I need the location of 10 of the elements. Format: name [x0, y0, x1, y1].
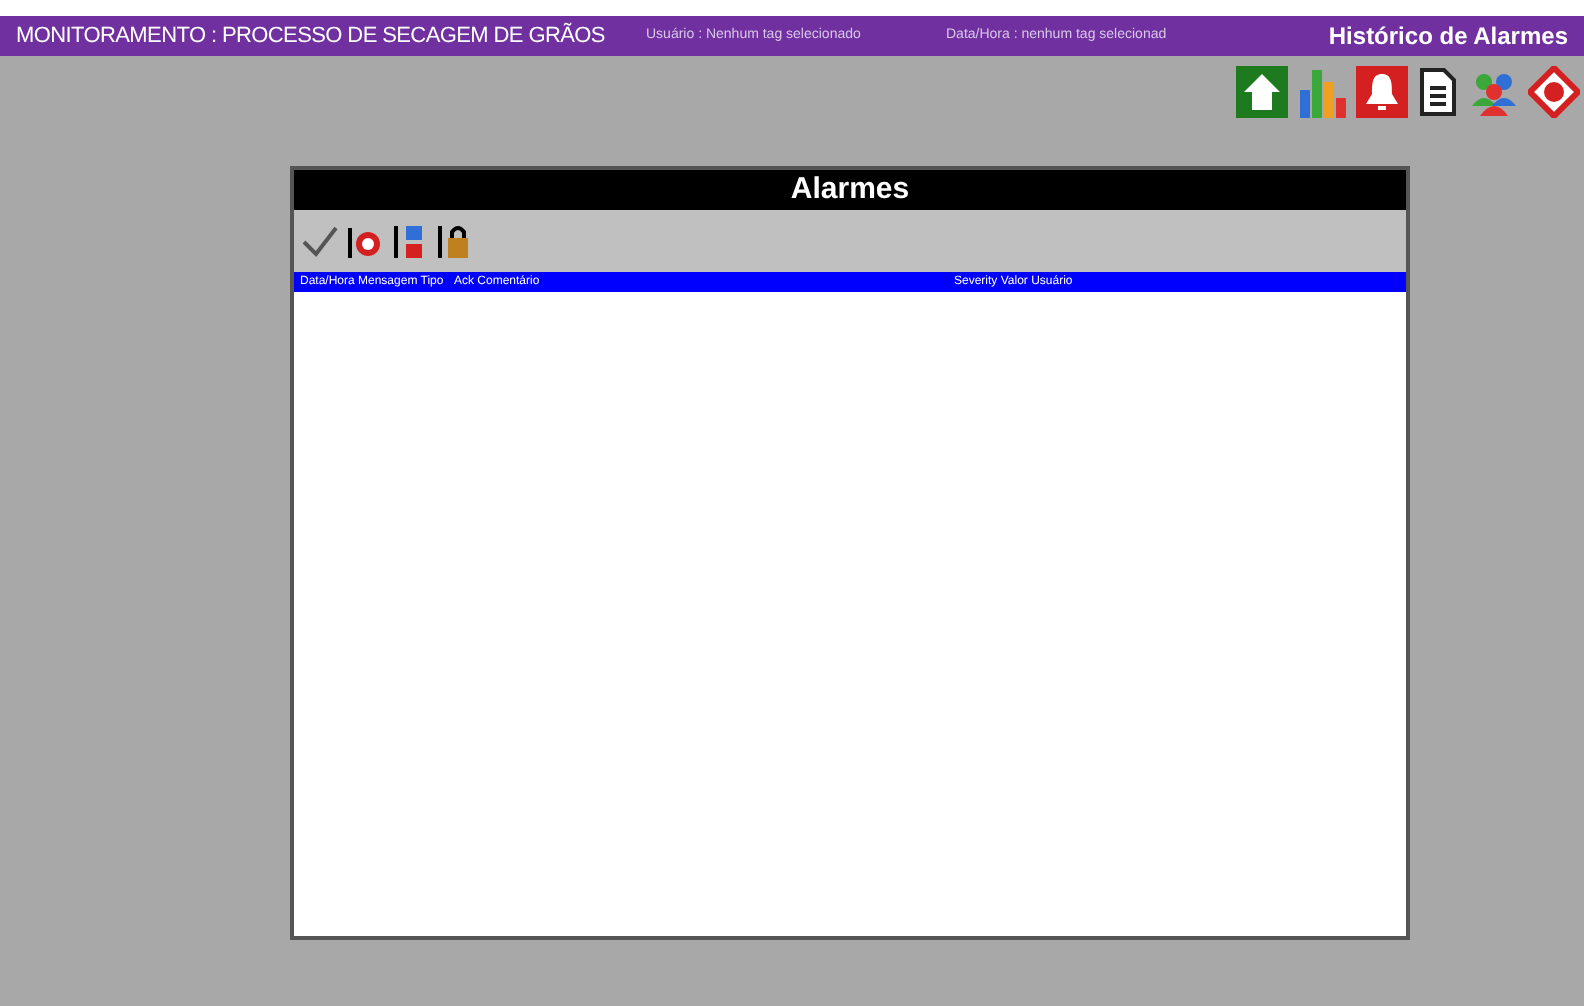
screen-title: Histórico de Alarmes: [1328, 21, 1568, 51]
warning-sign-icon[interactable]: [1528, 66, 1580, 118]
sort-icon[interactable]: [388, 221, 428, 261]
home-icon[interactable]: [1236, 66, 1288, 118]
checkmark-icon[interactable]: [300, 221, 340, 261]
lock-icon[interactable]: [432, 221, 472, 261]
bell-icon[interactable]: [1356, 66, 1408, 118]
document-icon[interactable]: [1416, 66, 1460, 118]
window-title: Alarmes: [294, 170, 1406, 210]
app-title: MONITORAMENTO : PROCESSO DE SECAGEM DE GRÃOS: [16, 22, 607, 50]
